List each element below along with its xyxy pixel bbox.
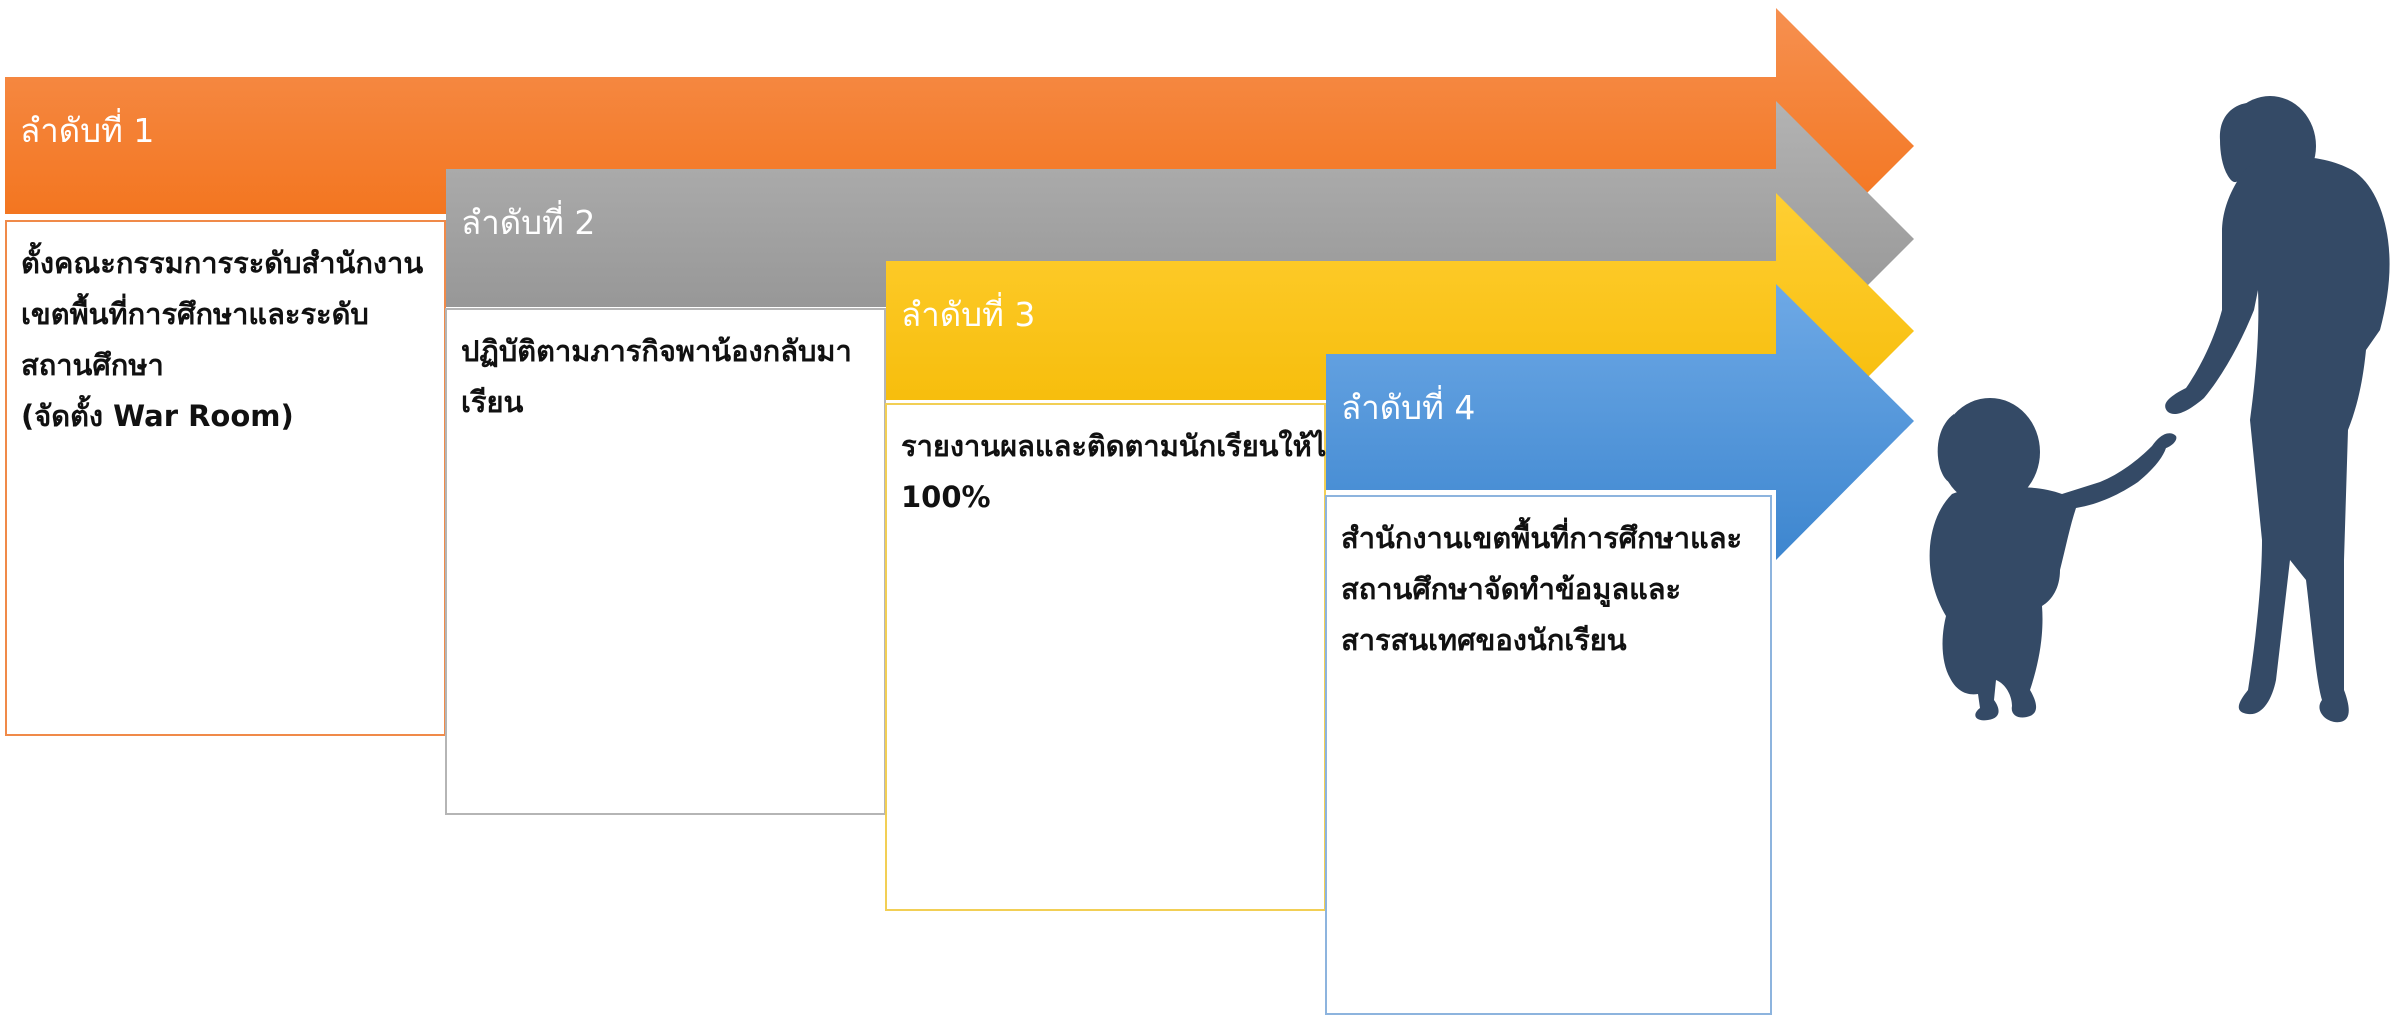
child-silhouette <box>1929 398 2177 721</box>
adult-silhouette <box>2165 96 2390 723</box>
adult-child-silhouette-icon <box>1929 96 2390 723</box>
